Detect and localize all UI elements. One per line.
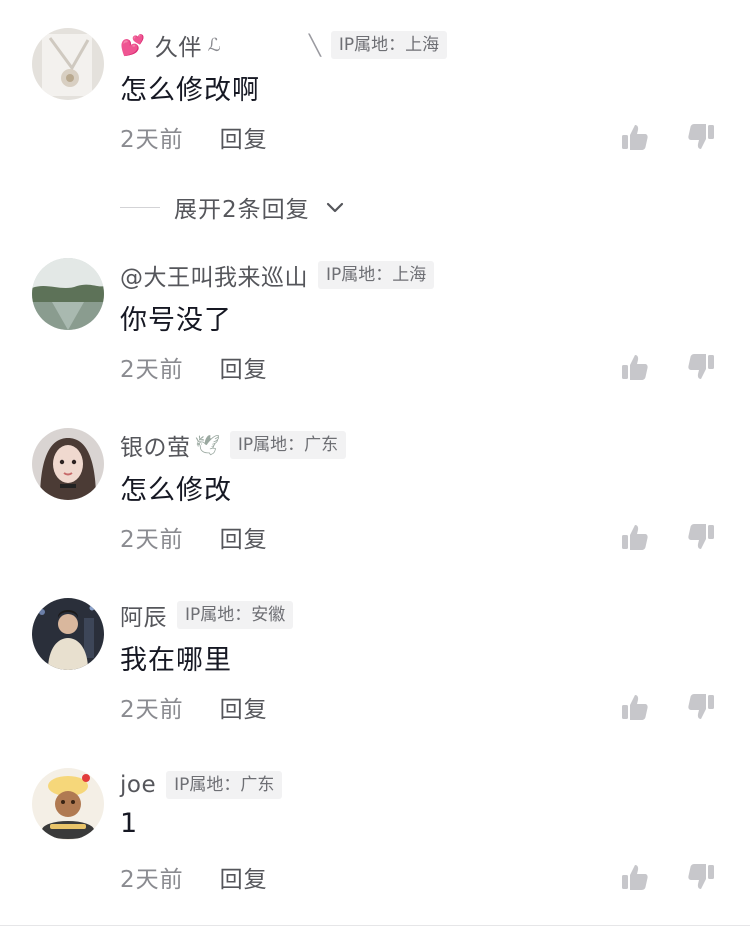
reply-button[interactable]: 回复	[220, 520, 268, 554]
reply-button[interactable]: 回复	[220, 350, 268, 384]
name-row: 💕 久伴 ℒ ╲ IP属地：上海	[120, 28, 448, 62]
name-row: 阿辰 IP属地：安徽	[120, 598, 294, 632]
comment-item: 阿辰 IP属地：安徽 我在哪里 2天前 回复	[0, 570, 750, 740]
comment-text: 1	[120, 808, 139, 839]
dove-icon: 🕊	[194, 433, 220, 457]
avatar[interactable]	[32, 258, 104, 330]
thumbs-up-icon[interactable]	[620, 692, 650, 722]
comment-time: 2天前	[120, 527, 184, 553]
reply-button[interactable]: 回复	[220, 690, 268, 724]
comment-text: 你号没了	[120, 305, 232, 336]
thumbs-down-icon[interactable]	[686, 692, 716, 722]
ip-location-badge: IP属地：上海	[330, 31, 448, 59]
thumbs-up-icon[interactable]	[620, 522, 650, 552]
comment-item: 💕 久伴 ℒ ╲ IP属地：上海 怎么修改啊 2天前 回复 展开2条回复	[0, 0, 750, 223]
expand-divider	[120, 206, 160, 208]
comment-time: 2天前	[120, 867, 184, 893]
thumbs-up-icon[interactable]	[620, 862, 650, 892]
thumbs-down-icon[interactable]	[686, 862, 716, 892]
chevron-down-icon[interactable]	[324, 196, 346, 218]
username[interactable]: @大王叫我来巡山	[120, 258, 308, 292]
comment-meta: 2天前 回复	[120, 860, 268, 894]
comment-meta: 2天前 回复	[120, 120, 268, 154]
comment-item: 银の萤 🕊 IP属地：广东 怎么修改 2天前 回复	[0, 400, 750, 570]
ip-location-badge: IP属地：广东	[229, 431, 347, 459]
avatar[interactable]	[32, 768, 104, 840]
name-row: @大王叫我来巡山 IP属地：上海	[120, 258, 435, 292]
thumbs-down-icon[interactable]	[686, 122, 716, 152]
slash-decoration: ╲	[308, 33, 321, 57]
reply-button[interactable]: 回复	[220, 120, 268, 154]
avatar[interactable]	[32, 28, 104, 100]
comment-text: 怎么修改	[120, 475, 232, 506]
comment-text: 怎么修改啊	[120, 75, 260, 106]
thumbs-down-icon[interactable]	[686, 352, 716, 382]
username[interactable]: 银の萤	[120, 428, 191, 462]
username[interactable]: joe	[120, 772, 156, 798]
expand-replies-label[interactable]: 展开2条回复	[174, 190, 310, 224]
reply-button[interactable]: 回复	[220, 860, 268, 894]
avatar[interactable]	[32, 428, 104, 500]
comment-text: 我在哪里	[120, 645, 232, 676]
ip-location-badge: IP属地：安徽	[177, 601, 294, 629]
signature-mark: ℒ	[207, 34, 221, 56]
comment-time: 2天前	[120, 357, 184, 383]
thumbs-up-icon[interactable]	[620, 122, 650, 152]
comment-item: @大王叫我来巡山 IP属地：上海 你号没了 2天前 回复	[0, 230, 750, 400]
username[interactable]: 久伴	[155, 28, 202, 62]
bottom-divider	[0, 925, 750, 926]
name-row: joe IP属地：广东	[120, 768, 283, 802]
thumbs-down-icon[interactable]	[686, 522, 716, 552]
comment-time: 2天前	[120, 697, 184, 723]
name-row: 银の萤 🕊 IP属地：广东	[120, 428, 347, 462]
username[interactable]: 阿辰	[120, 598, 167, 632]
comment-meta: 2天前 回复	[120, 350, 268, 384]
comment-meta: 2天前 回复	[120, 690, 268, 724]
ip-location-badge: IP属地：广东	[166, 771, 283, 799]
ip-location-badge: IP属地：上海	[318, 261, 435, 289]
thumbs-up-icon[interactable]	[620, 352, 650, 382]
comment-item: joe IP属地：广东 1 2天前 回复	[0, 740, 750, 910]
comment-time: 2天前	[120, 127, 184, 153]
expand-replies-button[interactable]: 展开2条回复	[120, 190, 346, 224]
comment-meta: 2天前 回复	[120, 520, 268, 554]
avatar[interactable]	[32, 598, 104, 670]
heart-icon: 💕	[120, 33, 145, 57]
